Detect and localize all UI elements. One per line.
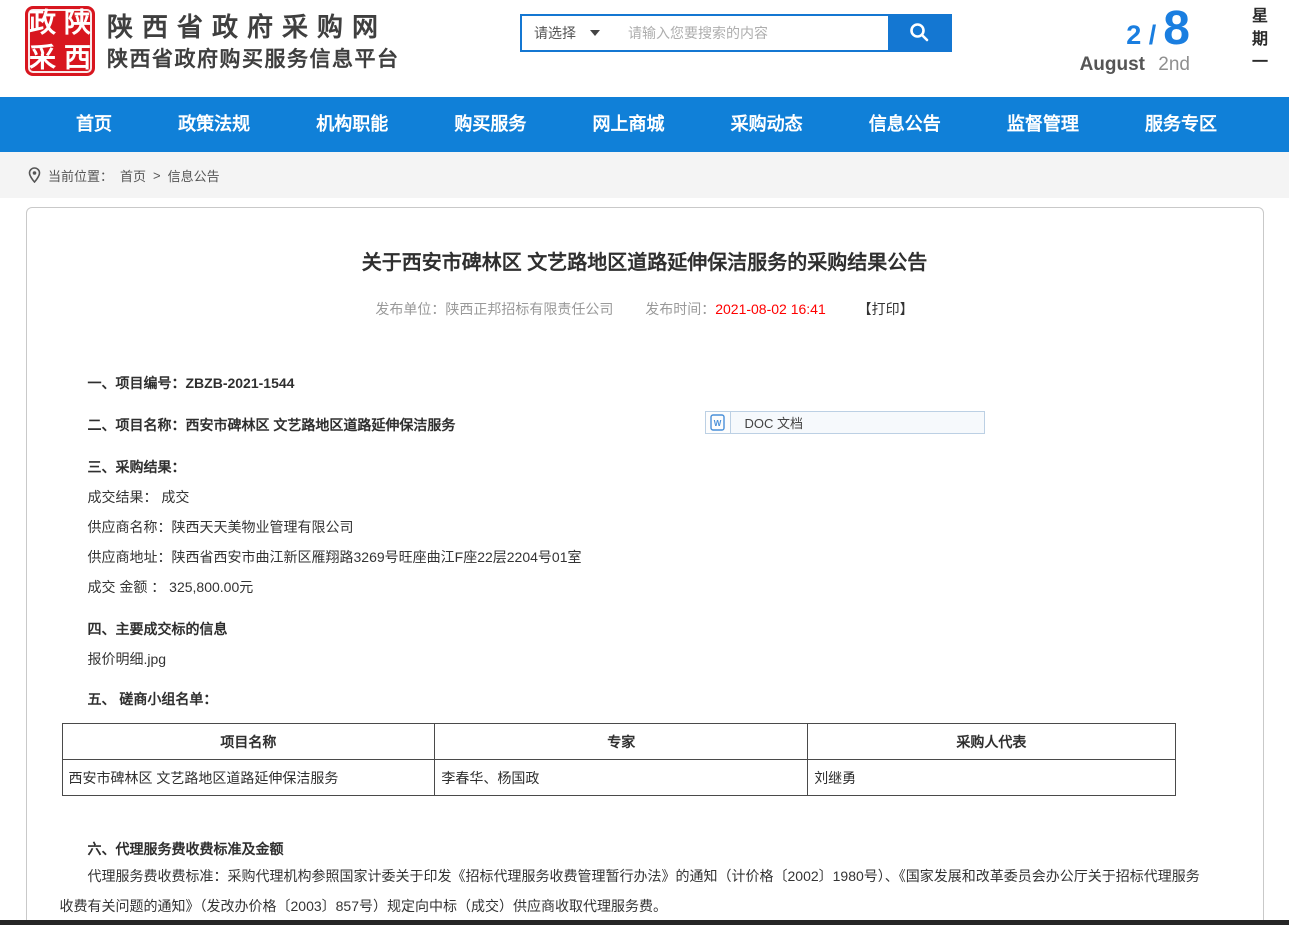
agency-fee-standard-paragraph: 代理服务费收费标准：采购代理机构参照国家计委关于印发《招标代理服务收费管理暂行办…: [60, 861, 1208, 921]
table-header-row: 项目名称 专家 采购人代表: [62, 724, 1175, 760]
search-icon: [908, 21, 930, 46]
nav-item-procurement-news[interactable]: 采购动态: [731, 97, 803, 152]
logo-char: 陕: [60, 6, 95, 41]
breadcrumb-current[interactable]: 信息公告: [168, 166, 220, 185]
date-numeric: 2 / 8: [1080, 6, 1190, 52]
site-logo: 政 陕 采 西: [25, 6, 95, 76]
logo-char: 西: [60, 41, 95, 76]
article-card: 关于西安市碑林区 文艺路地区道路延伸保洁服务的采购结果公告 发布单位：陕西正邦招…: [26, 207, 1264, 925]
nav-item-supervision[interactable]: 监督管理: [1007, 97, 1079, 152]
date-month-part: 2 /: [1126, 20, 1156, 51]
date-words: August 2nd: [1080, 54, 1190, 76]
search-bar: 请选择: [520, 14, 952, 52]
nav-item-service-zone[interactable]: 服务专区: [1145, 97, 1217, 152]
chevron-down-icon: [590, 30, 600, 36]
article-title: 关于西安市碑林区 文艺路地区道路延伸保洁服务的采购结果公告: [27, 246, 1263, 275]
nav-item-info-notice[interactable]: 信息公告: [869, 97, 941, 152]
bottom-dark-bar: [0, 920, 1289, 925]
location-pin-icon: [28, 167, 41, 183]
breadcrumb-prefix: 当前位置：: [48, 166, 113, 185]
brand-block: 陕西省政府采购网 陕西省政府购买服务信息平台: [107, 11, 400, 75]
publisher-label: 发布单位：: [375, 301, 445, 317]
section-6-heading: 六、代理服务费收费标准及金额: [60, 842, 1208, 857]
article-body: 一、项目编号：ZBZB-2021-1544 二、项目名称：西安市碑林区 文艺路地…: [27, 376, 1263, 925]
cell-experts: 李春华、杨国政: [435, 760, 808, 796]
search-button[interactable]: [888, 16, 950, 50]
section-5-heading: 五、 磋商小组名单：: [60, 692, 1208, 707]
quotation-attachment: 报价明细.jpg: [60, 652, 1208, 667]
publisher-value: 陕西正邦招标有限责任公司: [445, 301, 613, 317]
nav-item-online-mall[interactable]: 网上商城: [593, 97, 665, 152]
supplier-address-line: 供应商地址：陕西省西安市曲江新区雁翔路3269号旺座曲江F座22层2204号01…: [60, 550, 1208, 565]
search-select-label: 请选择: [534, 23, 576, 43]
col-project-name: 项目名称: [62, 724, 435, 760]
col-experts: 专家: [435, 724, 808, 760]
logo-char: 政: [25, 6, 60, 41]
section-4-heading: 四、主要成交标的信息: [60, 622, 1208, 637]
committee-table: 项目名称 专家 采购人代表 西安市碑林区 文艺路地区道路延伸保洁服务 李春华、杨…: [62, 723, 1176, 796]
breadcrumb: 当前位置： 首页 > 信息公告: [0, 152, 1289, 198]
date-widget: 2 / 8 August 2nd: [1080, 6, 1190, 76]
word-doc-icon: W: [706, 412, 731, 433]
date-weekday: 星期一: [1249, 7, 1265, 76]
col-purchaser-rep: 采购人代表: [808, 724, 1175, 760]
publish-time-value: 2021-08-02 16:41: [715, 301, 826, 317]
section-3-heading: 三、采购结果：: [60, 460, 1208, 475]
site-header: 政 陕 采 西 陕西省政府采购网 陕西省政府购买服务信息平台 请选择 2 / 8: [0, 0, 1289, 97]
site-title: 陕西省政府采购网: [107, 11, 400, 44]
logo-char: 采: [25, 41, 60, 76]
article-meta: 发布单位：陕西正邦招标有限责任公司 发布时间：2021-08-02 16:41 …: [27, 299, 1263, 319]
date-month-name: August: [1080, 54, 1145, 75]
cell-purchaser-rep: 刘继勇: [808, 760, 1175, 796]
search-input[interactable]: [618, 16, 888, 50]
table-row: 西安市碑林区 文艺路地区道路延伸保洁服务 李春华、杨国政 刘继勇: [62, 760, 1175, 796]
nav-item-policy[interactable]: 政策法规: [178, 97, 250, 152]
publish-time-label: 发布时间：: [645, 301, 715, 317]
nav-item-purchase-service[interactable]: 购买服务: [454, 97, 526, 152]
search-category-select[interactable]: 请选择: [522, 16, 618, 50]
site-subtitle: 陕西省政府购买服务信息平台: [107, 44, 400, 76]
nav-item-home[interactable]: 首页: [76, 97, 112, 152]
deal-result-line: 成交结果： 成交: [60, 490, 1208, 505]
breadcrumb-separator: >: [153, 168, 161, 183]
date-day-part: 8: [1163, 6, 1190, 52]
breadcrumb-home-link[interactable]: 首页: [120, 166, 146, 185]
cell-project-name: 西安市碑林区 文艺路地区道路延伸保洁服务: [62, 760, 435, 796]
print-button[interactable]: 【打印】: [858, 301, 914, 317]
deal-amount-line: 成交 金额 ： 325,800.00元: [60, 580, 1208, 595]
doc-download-label: DOC 文档: [731, 413, 804, 432]
section-2-heading: 二、项目名称：西安市碑林区 文艺路地区道路延伸保洁服务: [60, 418, 1208, 433]
supplier-name-line: 供应商名称：陕西天天美物业管理有限公司: [60, 520, 1208, 535]
doc-download-button[interactable]: W DOC 文档: [705, 411, 985, 434]
main-nav: 首页 政策法规 机构职能 购买服务 网上商城 采购动态 信息公告 监督管理 服务…: [0, 97, 1289, 152]
date-day-ordinal: 2nd: [1158, 54, 1190, 75]
nav-item-functions[interactable]: 机构职能: [316, 97, 388, 152]
svg-text:W: W: [714, 419, 722, 428]
section-1-heading: 一、项目编号：ZBZB-2021-1544: [60, 376, 1208, 391]
